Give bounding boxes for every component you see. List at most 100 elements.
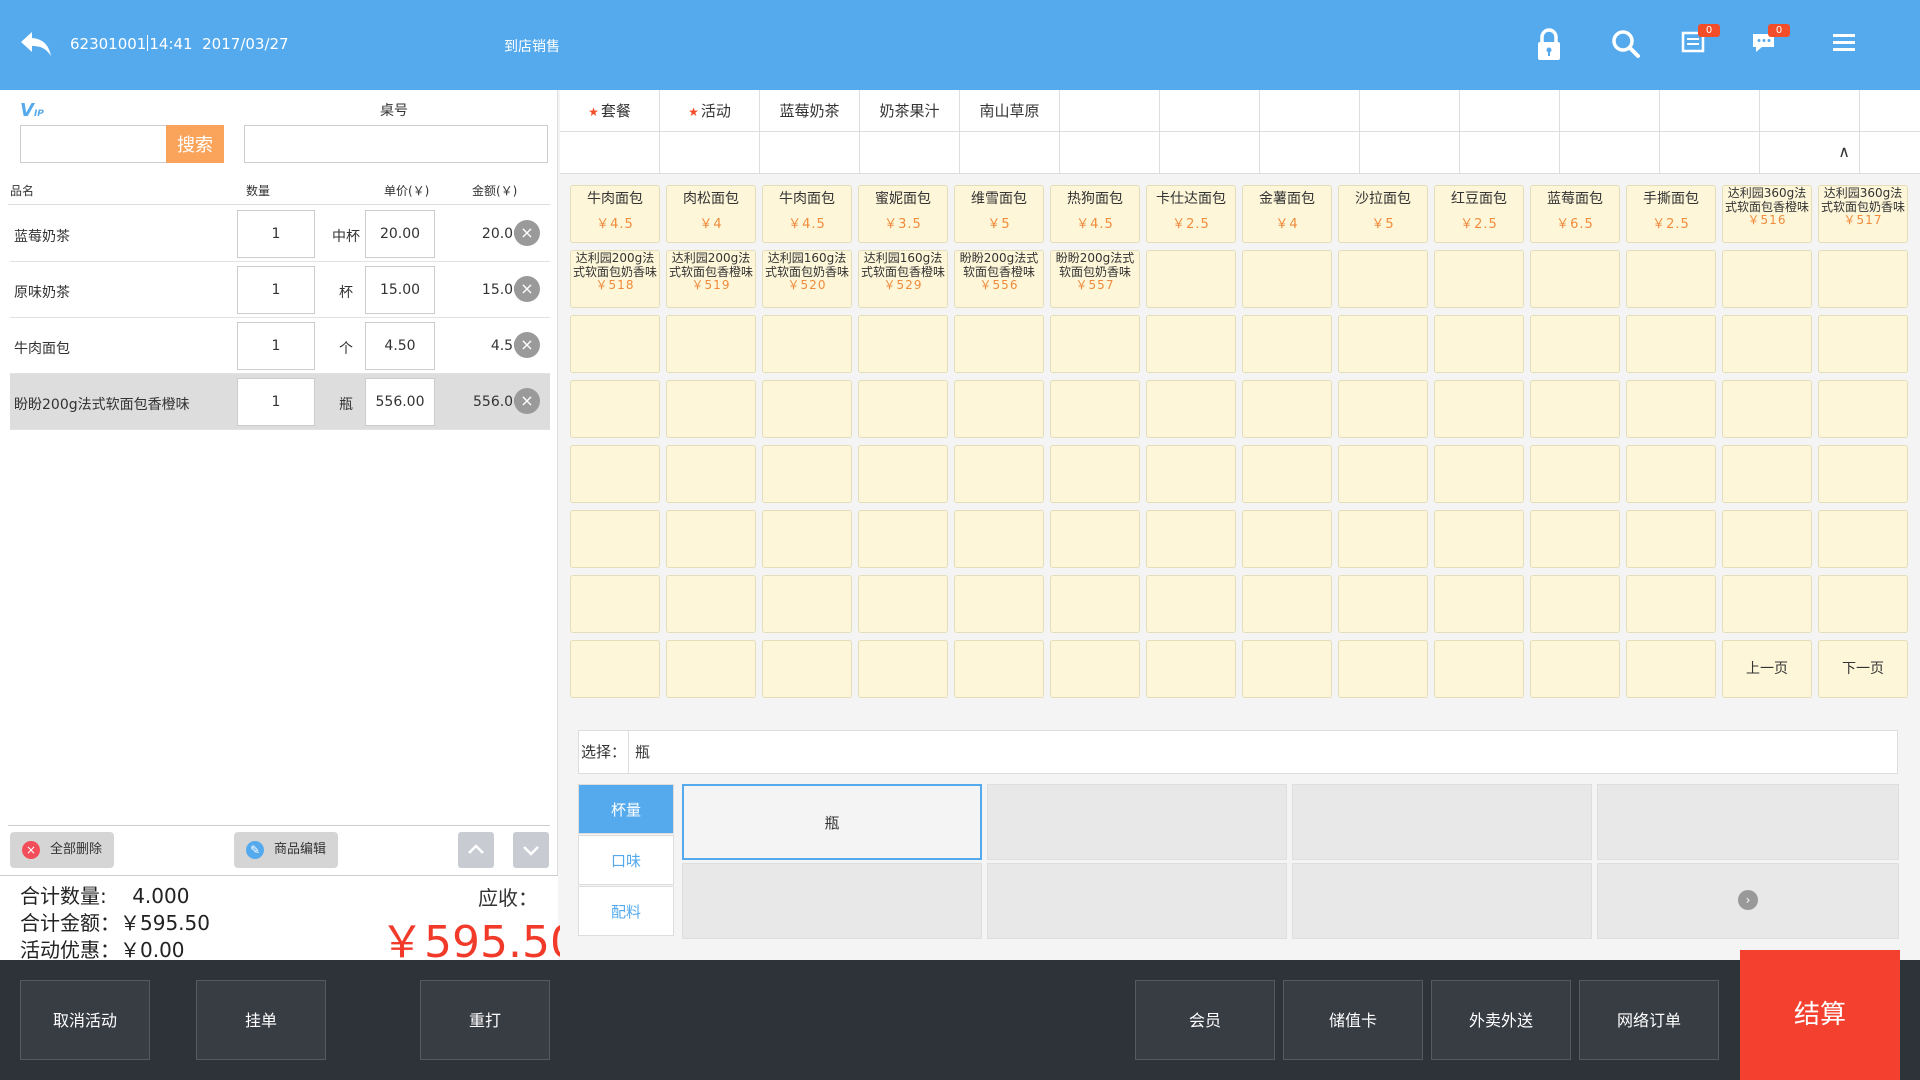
product-tile-empty[interactable] — [1338, 250, 1428, 308]
order-row[interactable]: 蓝莓奶茶 1 中杯 20.00 20.00 × — [10, 206, 550, 262]
product-tile[interactable]: 达利园200g法式软面包奶香味 ￥518 — [570, 250, 660, 308]
product-tile[interactable]: 牛肉面包 ￥4.5 — [762, 185, 852, 243]
product-tile[interactable]: 达利园160g法式软面包香橙味 ￥529 — [858, 250, 948, 308]
product-tile-empty[interactable] — [1722, 510, 1812, 568]
next-page-button[interactable]: 下一页 — [1818, 640, 1908, 698]
product-tile-empty[interactable] — [1146, 510, 1236, 568]
product-tile-empty[interactable] — [570, 315, 660, 373]
product-tile-empty[interactable] — [858, 380, 948, 438]
product-tile-empty[interactable] — [1818, 575, 1908, 633]
collapse-categories-icon[interactable]: ∧ — [1838, 142, 1850, 161]
product-tile-empty[interactable] — [1626, 380, 1716, 438]
spec-tab-topping[interactable]: 配料 — [578, 886, 674, 936]
product-tile-empty[interactable] — [1338, 510, 1428, 568]
remove-item-icon[interactable]: × — [514, 220, 540, 246]
product-tile-empty[interactable] — [570, 445, 660, 503]
category-tab-empty[interactable] — [1360, 132, 1460, 174]
category-tab[interactable]: 南山草原 — [960, 90, 1060, 132]
spec-option-empty[interactable] — [682, 863, 982, 939]
qty-field[interactable]: 1 — [237, 378, 315, 426]
unit-price-field[interactable]: 15.00 — [365, 266, 435, 314]
cancel-promo-button[interactable]: 取消活动 — [20, 980, 150, 1060]
remove-item-icon[interactable]: × — [514, 332, 540, 358]
product-tile-empty[interactable] — [666, 575, 756, 633]
product-tile-empty[interactable] — [954, 575, 1044, 633]
category-tab[interactable]: ★ 套餐 — [560, 90, 660, 132]
product-tile-empty[interactable] — [1530, 445, 1620, 503]
prev-page-button[interactable]: 上一页 — [1722, 640, 1812, 698]
category-tab-empty[interactable] — [1160, 132, 1260, 174]
category-tab[interactable]: 蓝莓奶茶 — [760, 90, 860, 132]
product-tile-empty[interactable] — [666, 315, 756, 373]
product-tile-empty[interactable] — [858, 510, 948, 568]
product-tile-empty[interactable] — [1338, 315, 1428, 373]
product-tile-empty[interactable] — [1050, 380, 1140, 438]
category-tab-empty[interactable] — [1760, 90, 1860, 132]
product-tile-empty[interactable] — [954, 445, 1044, 503]
notice-icon[interactable]: 0 — [1680, 24, 1720, 64]
product-tile-empty[interactable] — [762, 640, 852, 698]
product-tile-empty[interactable] — [570, 640, 660, 698]
category-tab-empty[interactable] — [760, 132, 860, 174]
product-tile-empty[interactable] — [1818, 315, 1908, 373]
product-tile-empty[interactable] — [762, 575, 852, 633]
product-tile-empty[interactable] — [666, 445, 756, 503]
product-tile-empty[interactable] — [1722, 445, 1812, 503]
order-row[interactable]: 牛肉面包 1 个 4.50 4.50 × — [10, 318, 550, 374]
next-options-icon[interactable]: › — [1738, 890, 1758, 910]
product-tile-empty[interactable] — [1242, 315, 1332, 373]
product-tile-empty[interactable] — [1434, 575, 1524, 633]
product-tile-empty[interactable] — [1434, 445, 1524, 503]
product-tile-empty[interactable] — [858, 575, 948, 633]
product-tile-empty[interactable] — [1050, 575, 1140, 633]
product-tile-empty[interactable] — [1338, 445, 1428, 503]
vip-logo[interactable]: VIP — [20, 100, 44, 121]
product-tile[interactable]: 红豆面包 ￥2.5 — [1434, 185, 1524, 243]
product-tile-empty[interactable] — [1626, 640, 1716, 698]
product-tile-empty[interactable] — [1722, 575, 1812, 633]
product-tile[interactable]: 蜜妮面包 ￥3.5 — [858, 185, 948, 243]
qty-field[interactable]: 1 — [237, 210, 315, 258]
product-tile-empty[interactable] — [1818, 380, 1908, 438]
category-tab-empty[interactable] — [1860, 90, 1920, 132]
product-tile-empty[interactable] — [1050, 315, 1140, 373]
scroll-down-button[interactable] — [513, 832, 549, 868]
product-tile-empty[interactable] — [1530, 640, 1620, 698]
scroll-up-button[interactable] — [458, 832, 494, 868]
spec-option-empty[interactable] — [1597, 784, 1899, 860]
product-tile-empty[interactable] — [762, 510, 852, 568]
search-icon[interactable] — [1610, 28, 1646, 64]
product-tile-empty[interactable] — [1434, 250, 1524, 308]
product-tile[interactable]: 达利园200g法式软面包香橙味 ￥519 — [666, 250, 756, 308]
product-tile[interactable]: 肉松面包 ￥4 — [666, 185, 756, 243]
product-tile[interactable]: 达利园160g法式软面包奶香味 ￥520 — [762, 250, 852, 308]
product-tile-empty[interactable] — [1818, 445, 1908, 503]
product-tile-empty[interactable] — [1434, 510, 1524, 568]
unit-price-field[interactable]: 4.50 — [365, 322, 435, 370]
product-tile-empty[interactable] — [1722, 250, 1812, 308]
spec-option-empty[interactable] — [987, 863, 1287, 939]
qty-field[interactable]: 1 — [237, 266, 315, 314]
spec-option-empty[interactable] — [987, 784, 1287, 860]
member-button[interactable]: 会员 — [1135, 980, 1275, 1060]
category-tab-empty[interactable] — [1460, 90, 1560, 132]
spec-tab-flavor[interactable]: 口味 — [578, 835, 674, 885]
product-tile[interactable]: 手撕面包 ￥2.5 — [1626, 185, 1716, 243]
product-tile-empty[interactable] — [954, 380, 1044, 438]
product-tile-empty[interactable] — [1818, 510, 1908, 568]
product-tile-empty[interactable] — [1242, 510, 1332, 568]
product-tile-empty[interactable] — [1242, 380, 1332, 438]
category-tab[interactable]: 奶茶果汁 — [860, 90, 960, 132]
checkout-button[interactable]: 结算 — [1740, 950, 1900, 1080]
product-tile-empty[interactable] — [1338, 640, 1428, 698]
product-tile-empty[interactable] — [1530, 380, 1620, 438]
product-tile-empty[interactable] — [1146, 250, 1236, 308]
spec-option-empty[interactable] — [1292, 863, 1592, 939]
product-tile-empty[interactable] — [954, 510, 1044, 568]
product-tile-empty[interactable] — [1146, 315, 1236, 373]
product-tile-empty[interactable] — [954, 315, 1044, 373]
search-button[interactable]: 搜索 — [166, 125, 224, 163]
category-tab-empty[interactable] — [1360, 90, 1460, 132]
menu-icon[interactable] — [1830, 28, 1866, 64]
product-tile-empty[interactable] — [1722, 380, 1812, 438]
